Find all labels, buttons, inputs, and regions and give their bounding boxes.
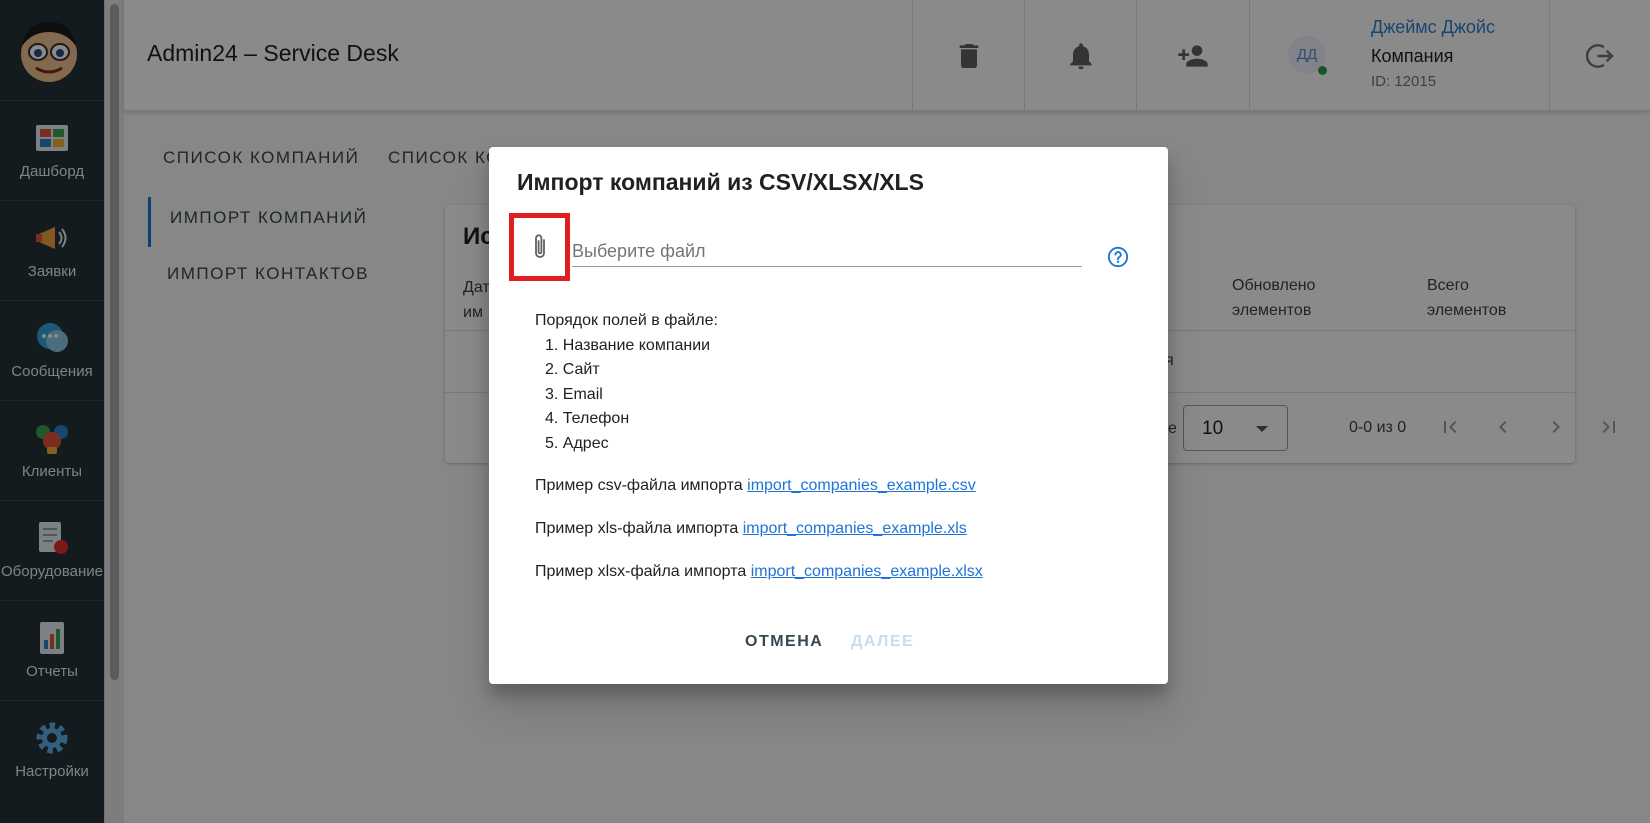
xlsx-example-link[interactable]: import_companies_example.xlsx	[751, 563, 983, 580]
list-item: 3. Email	[545, 385, 603, 403]
next-button[interactable]: ДАЛЕЕ	[851, 633, 914, 651]
fields-order-info: Порядок полей в файле: 1. Название компа…	[535, 309, 718, 456]
cancel-button[interactable]: ОТМЕНА	[745, 633, 823, 651]
help-icon[interactable]	[1107, 246, 1129, 268]
list-item: 2. Сайт	[545, 361, 600, 378]
xlsx-example-text: Пример xlsx-файла импорта	[535, 563, 747, 580]
xls-example: Пример xls-файла импорта import_companie…	[535, 520, 967, 538]
csv-example-text: Пример csv-файла импорта	[535, 477, 743, 494]
xls-example-link[interactable]: import_companies_example.xls	[743, 520, 967, 537]
file-input[interactable]	[572, 237, 1082, 267]
list-item: 5. Адрес	[545, 434, 609, 452]
fields-heading: Порядок полей в файле:	[535, 312, 718, 329]
xls-example-text: Пример xls-файла импорта	[535, 520, 739, 537]
attach-file-button[interactable]	[509, 213, 570, 281]
import-companies-dialog: Импорт компаний из CSV/XLSX/XLS Порядок …	[489, 147, 1168, 684]
dialog-title: Импорт компаний из CSV/XLSX/XLS	[517, 169, 924, 195]
csv-example: Пример csv-файла импорта import_companie…	[535, 477, 976, 495]
list-item: 4. Телефон	[545, 410, 630, 427]
fields-list: 1. Название компании 2. Сайт 3. Email 4.…	[535, 334, 718, 457]
csv-example-link[interactable]: import_companies_example.csv	[747, 477, 976, 494]
paperclip-icon	[535, 234, 545, 258]
list-item: 1. Название компании	[545, 336, 711, 354]
xlsx-example: Пример xlsx-файла импорта import_compani…	[535, 563, 983, 581]
